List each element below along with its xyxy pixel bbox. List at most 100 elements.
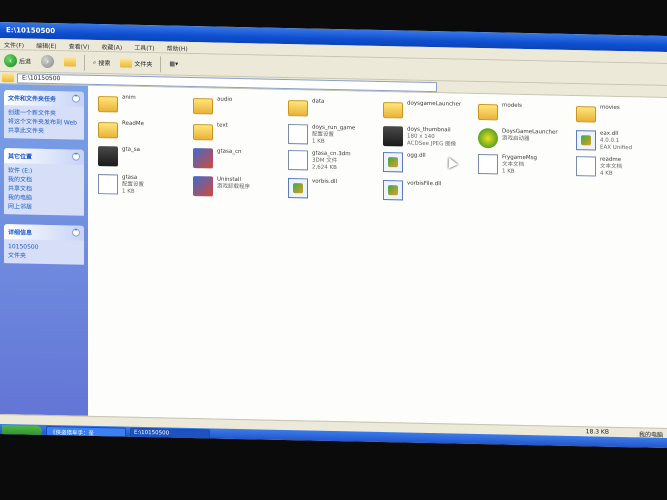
other-places-header[interactable]: 其它位置 ⌃ xyxy=(4,148,84,165)
collapse-chevron-icon[interactable]: ⌃ xyxy=(72,152,80,161)
file-label: gtasa_cn.3dm 3DM 文件 2,624 KB xyxy=(312,151,351,173)
file-item[interactable]: doys_run_game 配置设置 1 KB xyxy=(288,124,383,147)
up-button[interactable] xyxy=(62,53,78,71)
file-name: anim xyxy=(122,94,136,101)
file-item[interactable]: doys_thumbnail 180 x 140 ACDSee JPEG 图像 xyxy=(383,126,478,149)
folder-icon xyxy=(288,100,308,117)
file-item[interactable]: gtasa 配置设置 1 KB xyxy=(98,174,193,197)
file-item[interactable]: models xyxy=(478,102,573,122)
file-label: data xyxy=(312,99,324,106)
file-name: readme xyxy=(600,156,622,164)
file-name: audio xyxy=(217,96,233,103)
file-label: text xyxy=(217,123,228,130)
file-tasks-panel: 文件和文件夹任务 ⌃ 创建一个新文件夹 将这个文件夹发布到 Web 共享此文件夹 xyxy=(4,90,84,140)
status-zone: 我的电脑 xyxy=(638,431,663,439)
menu-view[interactable]: 查看(V) xyxy=(69,41,90,50)
file-label: doys_run_game 配置设置 1 KB xyxy=(312,125,355,147)
file-item[interactable]: gtasa_cn.3dm 3DM 文件 2,624 KB xyxy=(288,150,383,173)
file-item[interactable]: vorbisFile.dll xyxy=(383,180,478,202)
screen: E:\10150500 文件(F) 编辑(E) 查看(V) 收藏(A) 工具(T… xyxy=(0,22,667,448)
file-detail: EAX Unified xyxy=(600,144,633,152)
file-label: DoysGameLauncher 游戏启动器 xyxy=(502,129,558,144)
forward-button[interactable]: › xyxy=(39,52,56,70)
place-network[interactable]: 网上邻居 xyxy=(8,202,80,213)
start-button[interactable] xyxy=(2,424,42,437)
file-item[interactable]: DoysGameLauncher 游戏启动器 xyxy=(478,128,573,150)
file-item[interactable]: doysgameLauncher xyxy=(383,100,478,120)
document-icon xyxy=(288,124,308,145)
taskbar-item-game[interactable]: 《侠盗猎车手：圣 xyxy=(46,425,126,438)
back-arrow-icon: ‹ xyxy=(4,54,17,68)
file-name: movies xyxy=(600,104,620,111)
file-item[interactable]: FrygameMsg 文本文档 1 KB xyxy=(478,154,573,177)
file-item[interactable]: eax.dll 4.0.0.1 EAX Unified xyxy=(576,130,667,153)
file-name: eax.dll xyxy=(600,130,619,137)
file-tasks-title: 文件和文件夹任务 xyxy=(8,95,57,104)
task-share-folder[interactable]: 共享此文件夹 xyxy=(8,126,80,137)
folder-icon xyxy=(478,104,498,121)
program-icon xyxy=(193,176,213,197)
file-name: ogg.dll xyxy=(407,152,426,159)
details-panel: 详细信息 ⌃ 10150500 文件夹 xyxy=(4,224,84,265)
menu-edit[interactable]: 编辑(E) xyxy=(36,41,56,50)
collapse-chevron-icon[interactable]: ⌃ xyxy=(72,94,80,103)
back-label: 后退 xyxy=(19,58,32,66)
folder-icon xyxy=(193,124,213,141)
file-detail: 1 KB xyxy=(312,138,325,145)
menu-favorites[interactable]: 收藏(A) xyxy=(101,42,122,51)
menu-file[interactable]: 文件(F) xyxy=(4,40,24,49)
details-type: 文件夹 xyxy=(8,252,27,260)
dll-file-icon xyxy=(383,180,403,201)
file-item[interactable]: vorbis.dll xyxy=(288,178,383,200)
folder-up-icon xyxy=(64,57,77,67)
file-label: anim xyxy=(122,95,136,102)
file-detail: 2,624 KB xyxy=(312,164,337,172)
file-item[interactable]: audio xyxy=(193,96,288,116)
file-tasks-header[interactable]: 文件和文件夹任务 ⌃ xyxy=(4,90,84,107)
file-label: vorbis.dll xyxy=(312,179,337,187)
file-item[interactable]: movies xyxy=(576,104,667,124)
back-button[interactable]: ‹ 后退 xyxy=(2,52,33,71)
folders-label: 文件夹 xyxy=(134,60,153,69)
file-item[interactable]: ogg.dll xyxy=(383,152,478,174)
file-name: doys_run_game xyxy=(312,124,356,132)
collapse-chevron-icon[interactable]: ⌃ xyxy=(72,228,80,237)
toolbar-divider xyxy=(84,54,86,71)
dll-file-icon xyxy=(288,178,308,199)
file-detail: 游戏启动器 xyxy=(502,135,530,143)
file-name: vorbisFile.dll xyxy=(407,180,442,188)
file-item[interactable]: anim xyxy=(98,94,193,114)
file-label: readme 文本文档 4 KB xyxy=(600,157,622,178)
folder-icon xyxy=(576,106,596,123)
folder-icon xyxy=(98,122,118,139)
file-item[interactable]: text xyxy=(193,122,288,142)
file-name: models xyxy=(502,102,522,109)
file-label: Uninstall 游戏卸载程序 xyxy=(217,177,250,192)
file-item[interactable]: Uninstall 游戏卸载程序 xyxy=(193,176,288,198)
file-label: gtasa 配置设置 1 KB xyxy=(122,175,144,196)
address-folder-icon xyxy=(2,73,14,83)
details-header[interactable]: 详细信息 ⌃ xyxy=(4,224,84,241)
taskbar-item-explorer[interactable]: E:\10150500 xyxy=(130,427,210,440)
file-label: audio xyxy=(217,97,232,104)
file-item[interactable]: readme 文本文档 4 KB xyxy=(576,156,667,179)
dll-file-icon xyxy=(576,130,596,151)
search-button[interactable]: ⌕ 搜索 xyxy=(91,53,112,71)
file-detail: 4 KB xyxy=(600,170,613,177)
file-label: ogg.dll xyxy=(407,153,426,160)
file-label: FrygameMsg 文本文档 1 KB xyxy=(502,155,537,177)
folders-button[interactable]: 文件夹 xyxy=(118,54,154,73)
file-name: vorbis.dll xyxy=(312,178,338,186)
menu-tools[interactable]: 工具(T) xyxy=(134,43,154,52)
file-item[interactable]: gtasa_cn xyxy=(193,148,288,170)
file-name: FrygameMsg xyxy=(502,154,537,162)
menu-help[interactable]: 帮助(H) xyxy=(167,43,188,52)
other-places-title: 其它位置 xyxy=(8,153,33,161)
file-item[interactable]: ReadMe xyxy=(98,120,193,140)
file-item[interactable]: gta_sa xyxy=(98,146,193,168)
file-item[interactable]: data xyxy=(288,98,383,118)
details-title: 详细信息 xyxy=(8,229,33,237)
views-button[interactable]: ▦▾ xyxy=(167,55,180,73)
document-icon xyxy=(288,150,308,171)
file-label: movies xyxy=(600,105,620,112)
